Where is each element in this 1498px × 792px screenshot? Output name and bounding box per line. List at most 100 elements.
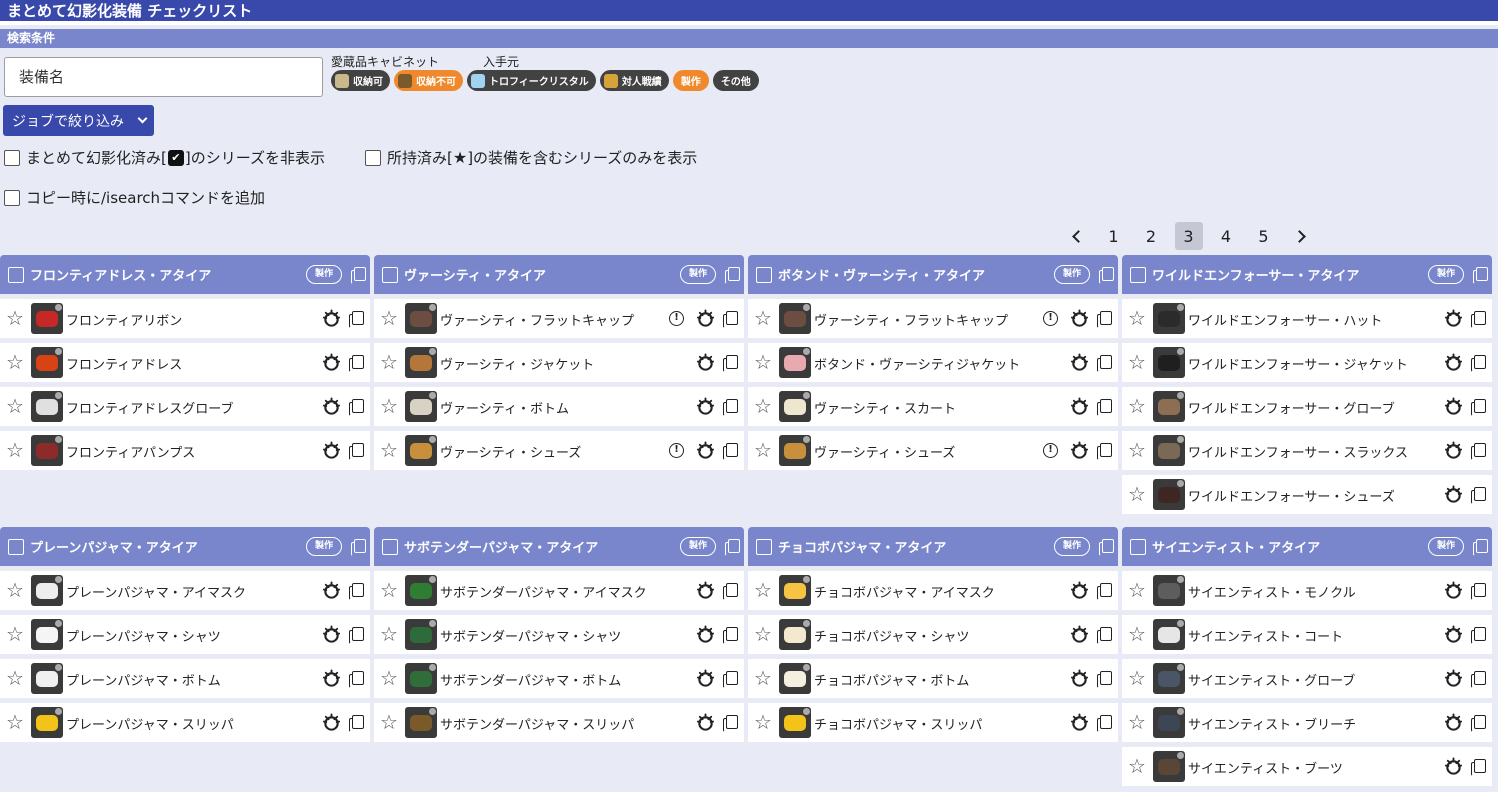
moogle-token-icon[interactable] <box>322 309 341 328</box>
moogle-token-icon[interactable] <box>696 353 715 372</box>
page-2[interactable]: 2 <box>1137 222 1165 250</box>
copy-icon[interactable] <box>723 627 738 644</box>
moogle-token-icon[interactable] <box>1070 353 1089 372</box>
copy-icon[interactable] <box>351 267 366 284</box>
hide-completed-option[interactable]: まとめて幻影化済み[ ✔ ]のシリーズを非表示 <box>4 147 325 168</box>
moogle-token-icon[interactable] <box>1444 713 1463 732</box>
star-outline-icon[interactable]: ☆ <box>6 396 24 416</box>
star-outline-icon[interactable]: ☆ <box>1128 580 1146 600</box>
moogle-token-icon[interactable] <box>1444 353 1463 372</box>
filter-chip[interactable]: 収納可 <box>331 70 390 91</box>
star-outline-icon[interactable]: ☆ <box>6 352 24 372</box>
copy-icon[interactable] <box>1097 671 1112 688</box>
series-checkbox[interactable] <box>1130 266 1146 283</box>
star-outline-icon[interactable]: ☆ <box>754 668 772 688</box>
copy-icon[interactable] <box>1471 311 1486 328</box>
star-outline-icon[interactable]: ☆ <box>380 396 398 416</box>
copy-icon[interactable] <box>349 443 364 460</box>
copy-icon[interactable] <box>1097 311 1112 328</box>
copy-icon[interactable] <box>723 671 738 688</box>
chevron-left-icon[interactable] <box>1062 222 1090 250</box>
star-outline-icon[interactable]: ☆ <box>380 308 398 328</box>
moogle-token-icon[interactable] <box>1070 669 1089 688</box>
star-outline-icon[interactable]: ☆ <box>754 440 772 460</box>
star-outline-icon[interactable]: ☆ <box>6 712 24 732</box>
star-outline-icon[interactable]: ☆ <box>380 712 398 732</box>
star-outline-icon[interactable]: ☆ <box>1128 484 1146 504</box>
copy-icon[interactable] <box>1471 399 1486 416</box>
page-1[interactable]: 1 <box>1100 222 1128 250</box>
moogle-token-icon[interactable] <box>696 625 715 644</box>
moogle-token-icon[interactable] <box>1070 625 1089 644</box>
moogle-token-icon[interactable] <box>1444 625 1463 644</box>
filter-chip[interactable]: その他 <box>712 70 759 91</box>
copy-icon[interactable] <box>351 539 366 556</box>
moogle-token-icon[interactable] <box>1444 757 1463 776</box>
copy-icon[interactable] <box>1471 443 1486 460</box>
job-filter-button[interactable]: ジョブで絞り込み <box>3 105 154 136</box>
star-outline-icon[interactable]: ☆ <box>380 440 398 460</box>
moogle-token-icon[interactable] <box>1070 397 1089 416</box>
copy-icon[interactable] <box>1099 539 1114 556</box>
copy-icon[interactable] <box>1471 759 1486 776</box>
filter-chip[interactable]: トロフィークリスタル <box>467 70 596 91</box>
moogle-token-icon[interactable] <box>322 669 341 688</box>
star-outline-icon[interactable]: ☆ <box>1128 756 1146 776</box>
star-outline-icon[interactable]: ☆ <box>380 580 398 600</box>
copy-icon[interactable] <box>349 399 364 416</box>
hide-completed-checkbox[interactable] <box>4 149 20 166</box>
star-outline-icon[interactable]: ☆ <box>754 396 772 416</box>
warning-icon[interactable]: ! <box>669 311 684 326</box>
owned-only-checkbox[interactable] <box>365 149 381 166</box>
owned-only-option[interactable]: 所持済み[ ★ ]の装備を含むシリーズのみを表示 <box>365 147 697 168</box>
star-outline-icon[interactable]: ☆ <box>754 308 772 328</box>
moogle-token-icon[interactable] <box>1444 397 1463 416</box>
star-outline-icon[interactable]: ☆ <box>6 308 24 328</box>
warning-icon[interactable]: ! <box>669 443 684 458</box>
copy-icon[interactable] <box>1097 399 1112 416</box>
copy-icon[interactable] <box>349 311 364 328</box>
copy-icon[interactable] <box>349 671 364 688</box>
star-outline-icon[interactable]: ☆ <box>6 668 24 688</box>
copy-icon[interactable] <box>1471 715 1486 732</box>
moogle-token-icon[interactable] <box>696 441 715 460</box>
star-outline-icon[interactable]: ☆ <box>380 668 398 688</box>
copy-icon[interactable] <box>1097 355 1112 372</box>
copy-icon[interactable] <box>723 715 738 732</box>
moogle-token-icon[interactable] <box>696 713 715 732</box>
star-outline-icon[interactable]: ☆ <box>1128 624 1146 644</box>
star-outline-icon[interactable]: ☆ <box>1128 308 1146 328</box>
star-outline-icon[interactable]: ☆ <box>380 352 398 372</box>
series-checkbox[interactable] <box>382 538 398 555</box>
copy-icon[interactable] <box>349 583 364 600</box>
star-outline-icon[interactable]: ☆ <box>380 624 398 644</box>
filter-chip[interactable]: 対人戦績 <box>599 70 669 91</box>
copy-icon[interactable] <box>723 443 738 460</box>
copy-icon[interactable] <box>723 399 738 416</box>
series-checkbox[interactable] <box>756 538 772 555</box>
copy-icon[interactable] <box>1471 583 1486 600</box>
moogle-token-icon[interactable] <box>322 713 341 732</box>
moogle-token-icon[interactable] <box>322 625 341 644</box>
copy-icon[interactable] <box>725 539 740 556</box>
add-isearch-checkbox[interactable] <box>4 189 20 206</box>
copy-icon[interactable] <box>349 355 364 372</box>
copy-icon[interactable] <box>1471 671 1486 688</box>
copy-icon[interactable] <box>1473 539 1488 556</box>
copy-icon[interactable] <box>1471 487 1486 504</box>
page-5[interactable]: 5 <box>1250 222 1278 250</box>
copy-icon[interactable] <box>1097 715 1112 732</box>
copy-icon[interactable] <box>723 355 738 372</box>
copy-icon[interactable] <box>1471 627 1486 644</box>
copy-icon[interactable] <box>723 311 738 328</box>
warning-icon[interactable]: ! <box>1043 443 1058 458</box>
copy-icon[interactable] <box>1097 627 1112 644</box>
filter-chip[interactable]: 収納不可 <box>394 70 463 91</box>
star-outline-icon[interactable]: ☆ <box>1128 668 1146 688</box>
moogle-token-icon[interactable] <box>322 397 341 416</box>
moogle-token-icon[interactable] <box>696 309 715 328</box>
moogle-token-icon[interactable] <box>1070 713 1089 732</box>
star-outline-icon[interactable]: ☆ <box>1128 396 1146 416</box>
page-3[interactable]: 3 <box>1174 222 1203 250</box>
copy-icon[interactable] <box>349 627 364 644</box>
